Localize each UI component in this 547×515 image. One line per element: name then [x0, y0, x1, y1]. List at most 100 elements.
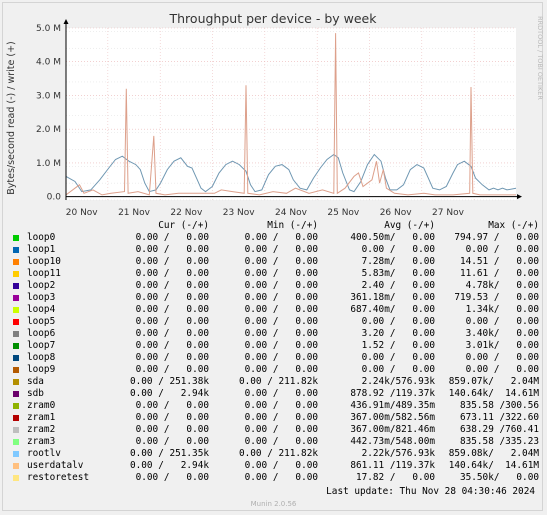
legend-row-loop7: loop7 0.00 / 0.00 0.00 / 0.00 1.52 / 0.00 3.… — [12, 340, 539, 352]
legend-cur-value: 0.00 / 0.00 — [135, 412, 209, 423]
legend-row-zram0: zram0 0.00 / 0.00 0.00 / 0.00 436.91m/489.3… — [12, 400, 539, 412]
legend-avg-value: 2.22k/576.93k — [361, 448, 435, 459]
legend-avg-value: 436.91m/489.35m — [350, 400, 435, 411]
legend-avg-value: 0.00 / 0.00 — [361, 352, 435, 363]
legend-min-value: 0.00 / 0.00 — [244, 472, 318, 483]
legend-swatch — [13, 271, 19, 277]
legend-avg-value: 367.00m/821.46m — [350, 424, 435, 435]
legend-max-value: 0.00 / 0.00 — [465, 244, 539, 255]
legend-min-value: 0.00 / 0.00 — [244, 340, 318, 351]
y-axis-label: Bytes/second read (-) / write (+) — [6, 41, 17, 195]
legend-swatch — [13, 403, 19, 409]
legend-cur-value: 0.00 / 0.00 — [135, 316, 209, 327]
legend-max-value: 140.64k/ 14.61M — [448, 388, 539, 399]
legend-series-name: loop3 — [27, 292, 56, 303]
legend-cur-value: 0.00 / 0.00 — [135, 364, 209, 375]
legend-avg-value: 2.24k/576.93k — [361, 376, 435, 387]
legend-header: Cur (-/+) Min (-/+) Avg (-/+) Max (-/+) — [12, 220, 539, 232]
x-tick-label: 23 Nov — [223, 208, 256, 215]
legend-min-value: 0.00 / 0.00 — [244, 352, 318, 363]
legend-series-name: loop9 — [27, 364, 56, 375]
legend-swatch — [13, 415, 19, 421]
last-update-text: Last update: Thu Nov 28 04:30:46 2024 — [326, 486, 535, 497]
legend-avg-value: 400.50m/ 0.00 — [350, 232, 435, 243]
legend-cur-value: 0.00 / 0.00 — [135, 268, 209, 279]
legend-series-name: loop10 — [27, 256, 61, 267]
legend-avg-value: 361.18m/ 0.00 — [350, 292, 435, 303]
x-tick-label: 20 Nov — [66, 208, 99, 215]
legend-swatch — [13, 355, 19, 361]
legend-swatch — [13, 475, 19, 481]
x-tick-label: 22 Nov — [170, 208, 203, 215]
legend-min-value: 0.00 / 0.00 — [244, 292, 318, 303]
legend-cur-value: 0.00 / 0.00 — [135, 232, 209, 243]
legend-row-loop1: loop1 0.00 / 0.00 0.00 / 0.00 0.00 / 0.00 0.… — [12, 244, 539, 256]
legend-header-avg: Avg (-/+) — [384, 220, 435, 231]
legend-row-restoretest: restoretest 0.00 / 0.00 0.00 / 0.00 17.82 /… — [12, 472, 539, 484]
chart-title: Throughput per device - by week — [169, 11, 378, 26]
legend-max-value: 794.97 / 0.00 — [454, 232, 539, 243]
legend-cur-value: 0.00 / 0.00 — [135, 340, 209, 351]
legend-header-cur: Cur (-/+) — [158, 220, 209, 231]
legend-max-value: 35.50k/ 0.00 — [459, 472, 539, 483]
y-tick-label: 1.0 M — [36, 159, 61, 169]
legend-row-loop11: loop11 0.00 / 0.00 0.00 / 0.00 5.83m/ 0.00 1… — [12, 268, 539, 280]
legend-max-value: 0.00 / 0.00 — [465, 316, 539, 327]
legend-avg-value: 442.73m/548.00m — [350, 436, 435, 447]
legend-min-value: 0.00 / 0.00 — [244, 232, 318, 243]
legend-max-value: 859.08k/ 2.04M — [448, 448, 539, 459]
legend-swatch — [13, 295, 19, 301]
y-tick-label: 3.0 M — [36, 91, 61, 101]
legend-min-value: 0.00 / 0.00 — [244, 304, 318, 315]
y-tick-label: 0.0 — [47, 193, 62, 203]
legend-avg-value: 0.00 / 0.00 — [361, 364, 435, 375]
legend-max-value: 0.00 / 0.00 — [465, 352, 539, 363]
legend-swatch — [13, 343, 19, 349]
legend-row-sda: sda 0.00 / 251.38k 0.00 / 211.82k 2.24k/576… — [12, 376, 539, 388]
legend-min-value: 0.00 / 0.00 — [244, 424, 318, 435]
legend-series-name: loop11 — [27, 268, 61, 279]
legend-swatch — [13, 235, 19, 241]
x-tick-label: 25 Nov — [327, 208, 360, 215]
legend-cur-value: 0.00 / 0.00 — [135, 400, 209, 411]
legend-cur-value: 0.00 / 0.00 — [135, 352, 209, 363]
legend-swatch — [13, 283, 19, 289]
legend-avg-value: 5.83m/ 0.00 — [361, 268, 435, 279]
legend-min-value: 0.00 / 211.82k — [238, 448, 318, 459]
legend-min-value: 0.00 / 211.82k — [238, 376, 318, 387]
legend-row-loop0: loop0 0.00 / 0.00 0.00 / 0.00 400.50m/ 0.00… — [12, 232, 539, 244]
legend-series-name: zram0 — [27, 400, 56, 411]
legend-max-value: 140.64k/ 14.61M — [448, 460, 539, 471]
legend-cur-value: 0.00 / 2.94k — [129, 388, 209, 399]
legend-min-value: 0.00 / 0.00 — [244, 412, 318, 423]
legend-max-value: 3.40k/ 0.00 — [465, 328, 539, 339]
legend-series-name: loop8 — [27, 352, 56, 363]
legend-row-loop5: loop5 0.00 / 0.00 0.00 / 0.00 0.00 / 0.00 0.… — [12, 316, 539, 328]
legend-cur-value: 0.00 / 0.00 — [135, 436, 209, 447]
legend-row-loop8: loop8 0.00 / 0.00 0.00 / 0.00 0.00 / 0.00 0.… — [12, 352, 539, 364]
x-tick-label: 27 Nov — [432, 208, 465, 215]
legend-avg-value: 7.28m/ 0.00 — [361, 256, 435, 267]
legend-max-value: 835.58 /300.56 — [459, 400, 539, 411]
legend-swatch — [13, 331, 19, 337]
legend-series-name: loop1 — [27, 244, 56, 255]
legend-min-value: 0.00 / 0.00 — [244, 364, 318, 375]
legend-row-zram3: zram3 0.00 / 0.00 0.00 / 0.00 442.73m/548.0… — [12, 436, 539, 448]
legend-swatch — [13, 319, 19, 325]
legend-cur-value: 0.00 / 0.00 — [135, 244, 209, 255]
legend-cur-value: 0.00 / 0.00 — [135, 472, 209, 483]
legend-row-loop2: loop2 0.00 / 0.00 0.00 / 0.00 2.40 / 0.00 4.… — [12, 280, 539, 292]
x-tick-label: 21 Nov — [118, 208, 151, 215]
y-axis-arrow — [63, 19, 69, 24]
rrdtool-watermark: RRDTOOL / TOBI OETIKER — [536, 16, 544, 100]
legend-min-value: 0.00 / 0.00 — [244, 256, 318, 267]
legend-cur-value: 0.00 / 0.00 — [135, 304, 209, 315]
legend-avg-value: 17.82 / 0.00 — [355, 472, 435, 483]
legend-swatch — [13, 463, 19, 469]
legend-avg-value: 2.40 / 0.00 — [361, 280, 435, 291]
legend-row-userdatalv: userdatalv 0.00 / 2.94k 0.00 / 0.00 861.11 … — [12, 460, 539, 472]
legend-row-zram1: zram1 0.00 / 0.00 0.00 / 0.00 367.00m/582.5… — [12, 412, 539, 424]
legend-max-value: 835.58 /335.23 — [459, 436, 539, 447]
legend-max-value: 0.00 / 0.00 — [465, 364, 539, 375]
legend-series-name: loop0 — [27, 232, 56, 243]
